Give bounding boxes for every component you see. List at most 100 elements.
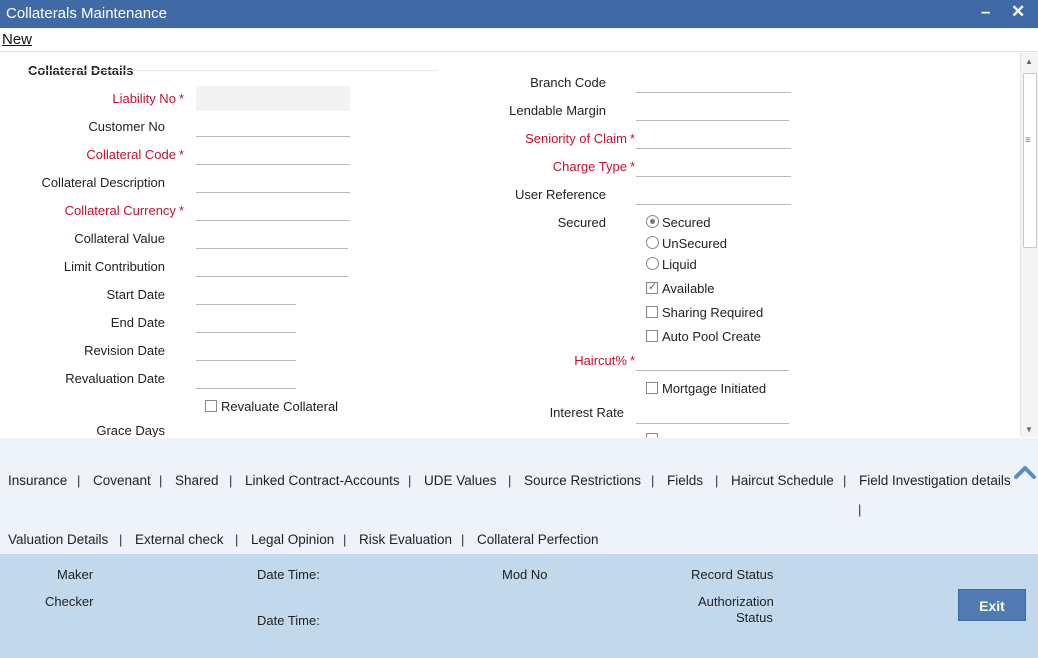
collateral-details-form: Collateral Details Liability No * Custome… (0, 53, 1020, 437)
required-marker: * (629, 353, 635, 368)
section-divider (28, 70, 438, 71)
customer-no-field[interactable] (196, 111, 350, 137)
tab-separator: | (119, 532, 123, 547)
grace-days-label: Grace Days (96, 423, 165, 437)
required-marker: * (629, 131, 635, 146)
tab-separator: | (408, 473, 412, 488)
auto-pool-create-label: Auto Pool Create (662, 329, 762, 344)
liability-no-field[interactable] (196, 86, 350, 112)
partially-hidden-checkbox[interactable] (646, 433, 658, 437)
collateral-description-field[interactable] (196, 167, 350, 193)
collateral-value-label: Collateral Value (74, 231, 165, 246)
available-label: Available (662, 281, 715, 296)
interest-rate-label: Interest Rate (549, 405, 624, 420)
tab-insurance[interactable]: Insurance (8, 473, 67, 488)
checker-label: Checker (45, 594, 94, 609)
tab-separator: | (229, 473, 233, 488)
collateral-description-label: Collateral Description (41, 175, 165, 190)
authorization-label: Authorization (698, 594, 774, 609)
tab-field-investigation-details[interactable]: Field Investigation details (859, 473, 1011, 488)
lendable-margin-field[interactable] (636, 95, 789, 121)
tab-external-check[interactable]: External check (135, 532, 224, 547)
liquid-option-label: Liquid (662, 257, 697, 272)
end-date-field[interactable] (196, 307, 296, 333)
chevron-up-icon[interactable] (1013, 464, 1037, 480)
label-text: Collateral Code (86, 147, 176, 162)
user-reference-field[interactable] (636, 179, 791, 205)
close-icon[interactable]: ✕ (1011, 2, 1025, 22)
tab-risk-evaluation[interactable]: Risk Evaluation (359, 532, 452, 547)
label-text: Collateral Currency (64, 203, 176, 218)
scrollbar-thumb[interactable] (1023, 73, 1037, 248)
tab-legal-opinion[interactable]: Legal Opinion (251, 532, 334, 547)
revaluate-collateral-checkbox[interactable] (205, 400, 217, 412)
tab-haircut-schedule[interactable]: Haircut Schedule (731, 473, 834, 488)
vertical-scrollbar[interactable]: ▲ ≡ ▼ (1020, 53, 1038, 437)
collateral-value-field[interactable] (196, 223, 348, 249)
maker-date-time-label: Date Time: (257, 567, 320, 582)
start-date-label: Start Date (106, 287, 165, 302)
seniority-of-claim-field[interactable] (636, 123, 791, 149)
tab-linked-contract-accounts[interactable]: Linked Contract-Accounts (245, 473, 400, 488)
label-text: Seniority of Claim (525, 131, 627, 146)
unsecured-radio[interactable] (646, 236, 659, 249)
secured-label: Secured (557, 215, 606, 230)
sharing-required-checkbox[interactable] (646, 306, 658, 318)
scroll-down-arrow-icon[interactable]: ▼ (1025, 425, 1033, 434)
tab-separator: | (159, 473, 163, 488)
collateral-code-label: Collateral Code * (86, 147, 184, 162)
start-date-field[interactable] (196, 279, 296, 305)
tab-separator: | (77, 473, 81, 488)
liquid-radio[interactable] (646, 257, 659, 270)
tab-separator: | (651, 473, 655, 488)
customer-no-label: Customer No (88, 119, 165, 134)
limit-contribution-field[interactable] (196, 251, 348, 277)
scroll-up-arrow-icon[interactable]: ▲ (1025, 57, 1033, 66)
tab-separator: | (343, 532, 347, 547)
revision-date-field[interactable] (196, 335, 296, 361)
tab-separator: | (235, 532, 239, 547)
tab-separator: | (843, 473, 847, 488)
collateral-currency-field[interactable] (196, 195, 350, 221)
label-text: Liability No (112, 91, 176, 106)
user-reference-label: User Reference (514, 187, 606, 202)
tab-shared[interactable]: Shared (175, 473, 219, 488)
branch-code-field[interactable] (636, 67, 791, 93)
tab-source-restrictions[interactable]: Source Restrictions (524, 473, 641, 488)
haircut-field[interactable] (636, 345, 789, 371)
tab-separator: | (461, 532, 465, 547)
label-text: Haircut% (574, 353, 627, 368)
tab-fields[interactable]: Fields (667, 473, 703, 488)
tab-collateral-perfection[interactable]: Collateral Perfection (477, 532, 599, 547)
secured-radio[interactable] (646, 215, 659, 228)
auto-pool-create-checkbox[interactable] (646, 330, 658, 342)
haircut-label: Haircut% * (574, 353, 635, 368)
revaluation-date-field[interactable] (196, 363, 296, 389)
mortgage-initiated-checkbox[interactable] (646, 382, 658, 394)
new-link[interactable]: New (2, 31, 32, 48)
subsystem-tabs: Insurance | Covenant | Shared | Linked C… (0, 438, 1038, 554)
tab-valuation-details[interactable]: Valuation Details (8, 532, 108, 547)
tab-separator: | (508, 473, 512, 488)
required-marker: * (178, 91, 184, 106)
seniority-of-claim-label: Seniority of Claim * (525, 131, 635, 146)
record-status-label: Record Status (691, 567, 774, 582)
sharing-required-label: Sharing Required (662, 305, 764, 320)
collateral-code-field[interactable] (196, 139, 350, 165)
minimize-icon[interactable]: – (981, 2, 990, 22)
end-date-label: End Date (110, 315, 165, 330)
authorization-status-label: Status (736, 610, 773, 625)
secured-option-label: Secured (662, 215, 711, 230)
unsecured-option-label: UnSecured (662, 236, 728, 251)
exit-button[interactable]: Exit (958, 589, 1026, 621)
tab-ude-values[interactable]: UDE Values (424, 473, 497, 488)
tab-covenant[interactable]: Covenant (93, 473, 151, 488)
lendable-margin-label: Lendable Margin (509, 103, 606, 118)
available-checkbox[interactable] (646, 280, 658, 294)
limit-contribution-label: Limit Contribution (63, 259, 165, 274)
required-marker: * (629, 159, 635, 174)
revaluation-date-label: Revaluation Date (65, 371, 165, 386)
charge-type-field[interactable] (636, 151, 791, 177)
interest-rate-field[interactable] (636, 398, 789, 424)
menu-bar: New (0, 28, 1038, 52)
